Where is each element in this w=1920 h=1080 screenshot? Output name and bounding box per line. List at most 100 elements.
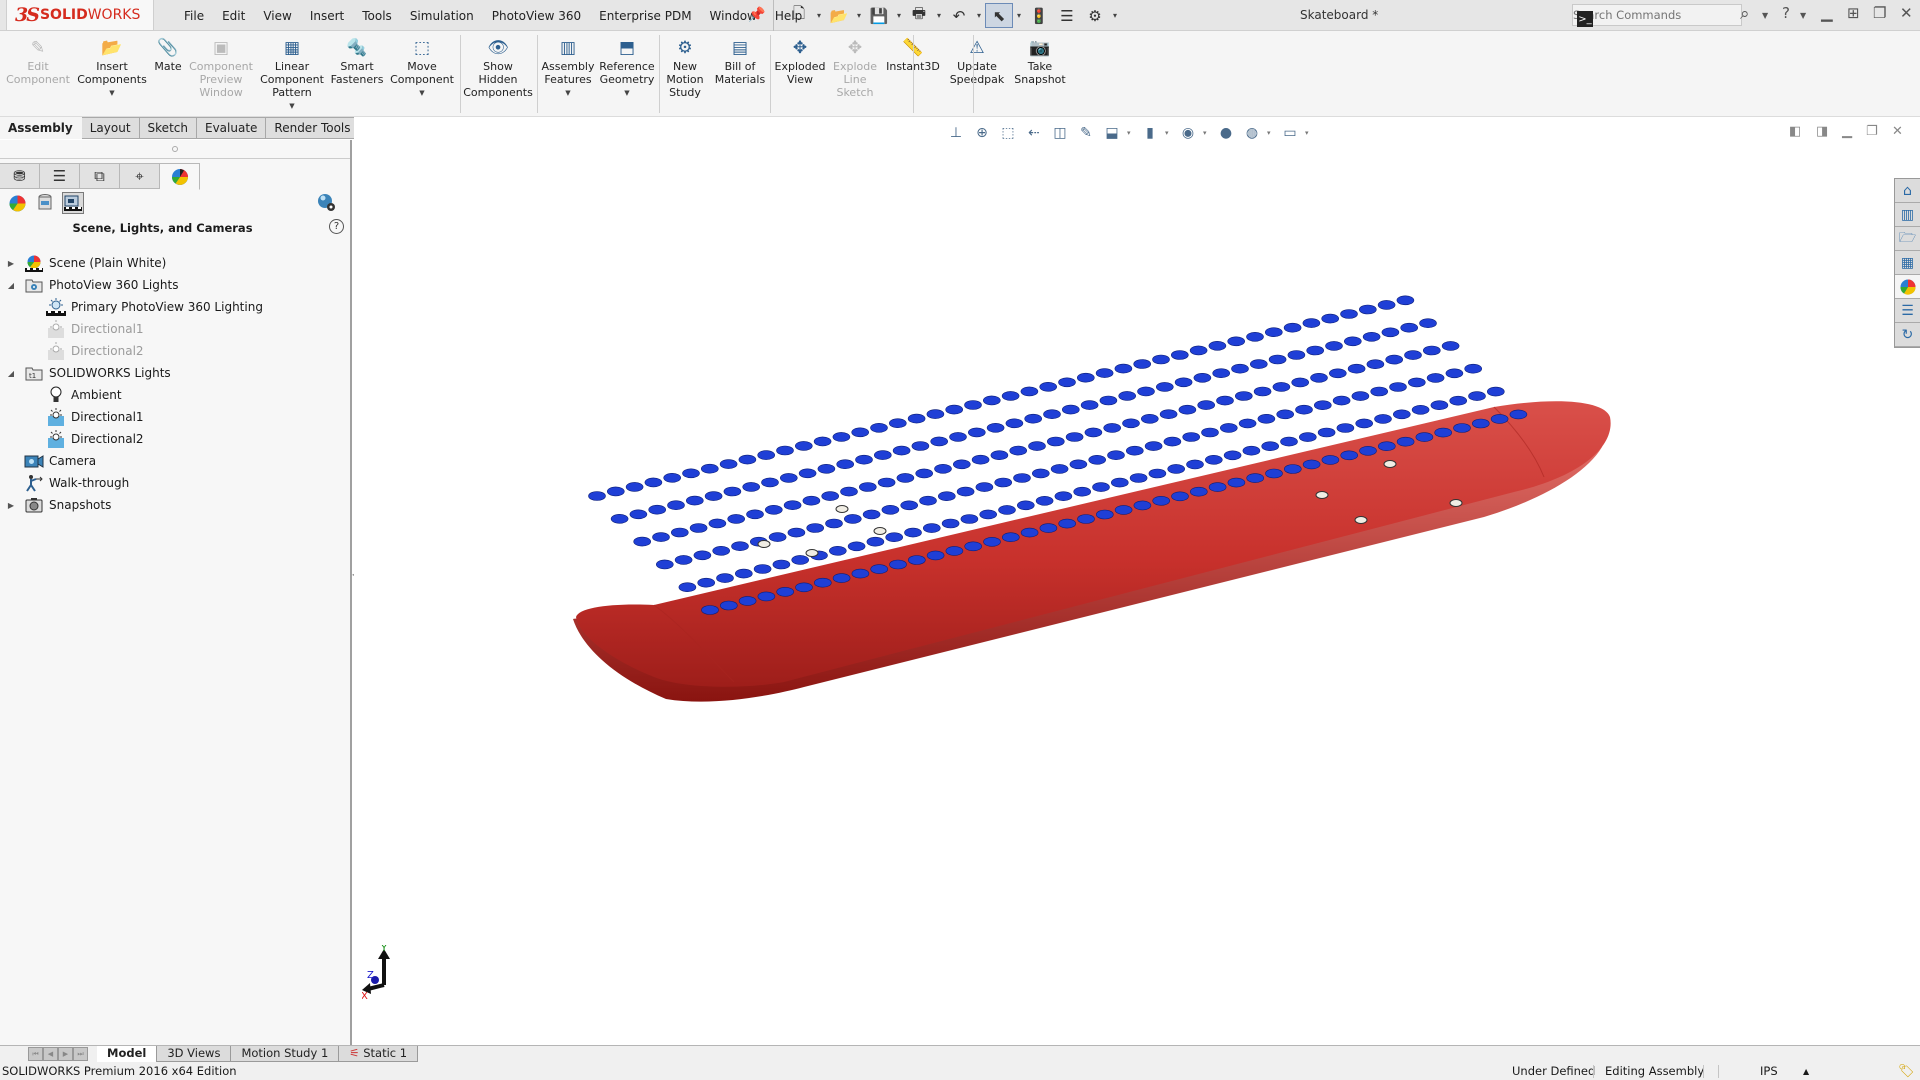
menu-tools[interactable]: Tools: [353, 9, 401, 23]
undo-icon[interactable]: ↶: [945, 3, 973, 28]
dropdown-arrow-icon[interactable]: ▼: [289, 100, 294, 113]
previous-view-icon[interactable]: ⇠: [1023, 122, 1045, 144]
solidworks-resources-icon[interactable]: ⌂: [1895, 179, 1920, 203]
minimize-icon[interactable]: ▁: [1821, 4, 1833, 22]
select-icon[interactable]: ⬉: [985, 3, 1013, 28]
tree-item-snapshots[interactable]: ▶ Snapshots: [0, 494, 350, 516]
edit-appearance-icon[interactable]: ●: [1215, 122, 1237, 144]
decals-icon[interactable]: [34, 192, 56, 214]
skateboard-model[interactable]: [354, 117, 1920, 1047]
bottom-tab-3d-views[interactable]: 3D Views: [157, 1046, 232, 1062]
menu-simulation[interactable]: Simulation: [401, 9, 483, 23]
tree-item-ambient[interactable]: Ambient: [0, 384, 350, 406]
search-commands-box[interactable]: >_: [1572, 4, 1742, 27]
view-orientation-icon[interactable]: ⬓: [1101, 122, 1123, 144]
section-view-icon[interactable]: ◫: [1049, 122, 1071, 144]
tab-evaluate[interactable]: Evaluate: [196, 117, 267, 139]
menu-edit[interactable]: Edit: [213, 9, 254, 23]
tab-render-tools[interactable]: Render Tools: [266, 117, 360, 139]
display-style-icon[interactable]: ▮: [1139, 122, 1161, 144]
configurationmanager-tab-icon[interactable]: ⧉: [80, 163, 120, 189]
restore-icon[interactable]: ❐: [1873, 4, 1886, 22]
scroll-prev-icon[interactable]: ◀: [43, 1047, 58, 1061]
appearances-icon[interactable]: [6, 192, 28, 214]
viewport-restore-icon[interactable]: ❐: [1866, 124, 1878, 139]
menu-photoview-360[interactable]: PhotoView 360: [483, 9, 590, 23]
tree-item-primary-photoview-360-lighting[interactable]: Primary PhotoView 360 Lighting: [0, 296, 350, 318]
view-palette-icon[interactable]: ▦: [1895, 251, 1920, 275]
tree-item-directional2[interactable]: Directional2: [0, 340, 350, 362]
dropdown-arrow-icon[interactable]: ▼: [109, 87, 114, 100]
file-properties-icon[interactable]: ☰: [1053, 3, 1081, 28]
print-dropdown-icon[interactable]: ▾: [933, 3, 945, 28]
search-dropdown-icon[interactable]: ▼: [1762, 11, 1768, 20]
menu-file[interactable]: File: [175, 9, 213, 23]
dropdown-arrow-icon[interactable]: ▼: [624, 87, 629, 100]
cmd-take-snapshot[interactable]: 📷 Take Snapshot: [1004, 37, 1076, 86]
tree-item-directional2[interactable]: Directional2: [0, 428, 350, 450]
propertymanager-tab-icon[interactable]: ☰: [40, 163, 80, 189]
cmd-move-component[interactable]: ⬚ Move Component ▼: [386, 37, 458, 100]
bottom-tab-motion-study-1[interactable]: Motion Study 1: [231, 1046, 340, 1062]
menu-view[interactable]: View: [254, 9, 300, 23]
open-dropdown-icon[interactable]: ▾: [853, 3, 865, 28]
bottom-tab-model[interactable]: Model: [97, 1046, 158, 1062]
undo-dropdown-icon[interactable]: ▾: [973, 3, 985, 28]
help-dropdown-icon[interactable]: ▼: [1800, 11, 1806, 20]
dimxpertmanager-tab-icon[interactable]: ⌖: [120, 163, 160, 189]
save-dropdown-icon[interactable]: ▾: [893, 3, 905, 28]
solidworks-logo[interactable]: 3S SOLIDWORKS: [6, 0, 154, 31]
dropdown-arrow-icon[interactable]: ▼: [419, 87, 424, 100]
hide-show-items-icon[interactable]: ◉: [1177, 122, 1199, 144]
select-dropdown-icon[interactable]: ▾: [1013, 3, 1025, 28]
viewport-prev-icon[interactable]: ◧: [1789, 124, 1801, 139]
new-document-dropdown-icon[interactable]: ▾: [813, 3, 825, 28]
scene-lights-cameras-icon[interactable]: [62, 192, 84, 214]
close-icon[interactable]: ✕: [1900, 4, 1913, 22]
tab-sketch[interactable]: Sketch: [139, 117, 197, 139]
tile-icon[interactable]: ⊞: [1847, 4, 1860, 22]
bottom-tab-static-1[interactable]: ⚟ Static 1: [339, 1046, 419, 1062]
tree-item-directional1[interactable]: Directional1: [0, 406, 350, 428]
appearances-scenes-decals-icon[interactable]: [1895, 275, 1920, 299]
options-icon[interactable]: ⚙: [1081, 3, 1109, 28]
collapse-arrow-icon[interactable]: ◢: [6, 281, 16, 290]
menu-insert[interactable]: Insert: [301, 9, 353, 23]
cmd-edit-component[interactable]: ✎ Edit Component: [2, 37, 74, 86]
dropdown-arrow-icon[interactable]: ▼: [565, 87, 570, 100]
cmd-smart-fasteners[interactable]: 🔩 Smart Fasteners: [321, 37, 393, 86]
pin-icon[interactable]: 📌: [748, 7, 765, 23]
tab-assembly[interactable]: Assembly: [0, 117, 82, 139]
tree-item-solidworks-lights[interactable]: ◢ t1 SOLIDWORKS Lights: [0, 362, 350, 384]
tree-item-camera[interactable]: Camera: [0, 450, 350, 472]
options-dropdown-icon[interactable]: ▾: [1109, 3, 1121, 28]
displaymanager-tab-icon[interactable]: [160, 163, 200, 190]
view-settings-dropdown-icon[interactable]: ▾: [1305, 129, 1313, 137]
apply-scene-dropdown-icon[interactable]: ▾: [1267, 129, 1275, 137]
view-settings-icon[interactable]: [316, 192, 336, 215]
open-icon[interactable]: 📂: [825, 3, 853, 28]
new-document-icon[interactable]: 🗋: [785, 3, 813, 28]
dynamic-annotation-views-icon[interactable]: ✎: [1075, 122, 1097, 144]
display-style-dropdown-icon[interactable]: ▾: [1165, 129, 1173, 137]
scroll-first-icon[interactable]: ⏮: [28, 1047, 43, 1061]
view-orientation-dropdown-icon[interactable]: ▾: [1127, 129, 1135, 137]
expand-arrow-icon[interactable]: ▶: [6, 259, 16, 268]
expand-arrow-icon[interactable]: ▶: [6, 501, 16, 510]
custom-properties-icon[interactable]: ☰: [1895, 299, 1920, 323]
viewport-next-icon[interactable]: ◨: [1816, 124, 1828, 139]
view-settings-icon[interactable]: ▭: [1279, 122, 1301, 144]
zoom-to-fit-icon[interactable]: ⊕: [971, 122, 993, 144]
hide-show-items-dropdown-icon[interactable]: ▾: [1203, 129, 1211, 137]
print-icon[interactable]: 🖶: [905, 3, 933, 28]
tag-icon[interactable]: 🏷: [1898, 1063, 1915, 1080]
help-icon[interactable]: ?: [329, 219, 344, 234]
menu-enterprise-pdm[interactable]: Enterprise PDM: [590, 9, 700, 23]
scroll-last-icon[interactable]: ⏭: [73, 1047, 88, 1061]
featuremanager-tab-icon[interactable]: ⛃: [0, 163, 40, 189]
save-icon[interactable]: 💾: [865, 3, 893, 28]
scroll-next-icon[interactable]: ▶: [58, 1047, 73, 1061]
cmd-show-hidden-components[interactable]: 👁 Show Hidden Components: [462, 37, 534, 99]
tab-layout[interactable]: Layout: [81, 117, 140, 139]
search-icon[interactable]: ⌕: [1740, 4, 1750, 24]
